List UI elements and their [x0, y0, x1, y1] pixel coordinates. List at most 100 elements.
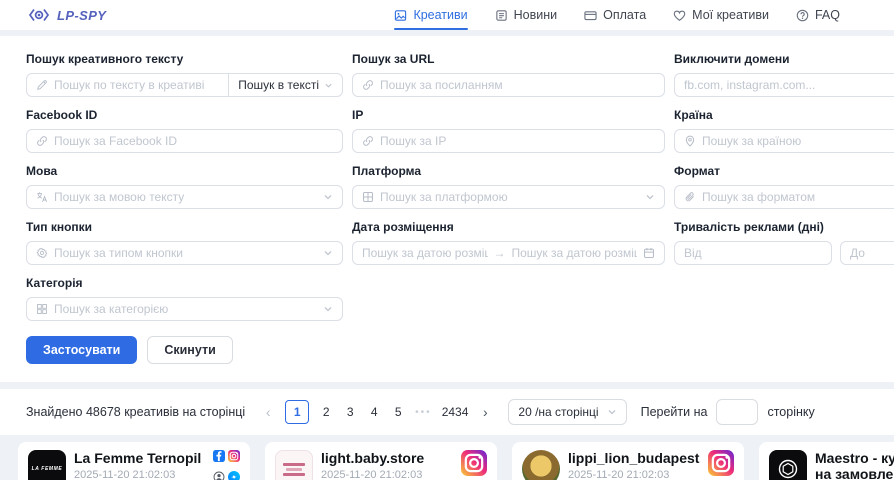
nav-item-news[interactable]: Новини — [495, 0, 558, 30]
messenger-icon — [228, 471, 240, 480]
nav-item-creatives[interactable]: Креативи — [394, 0, 467, 30]
date-range-picker[interactable]: → — [352, 241, 665, 265]
category-grid-icon — [36, 303, 48, 315]
eye-logo-icon — [28, 7, 50, 23]
page-size-select[interactable]: 20 /на сторінці — [508, 399, 626, 425]
format-input[interactable] — [702, 190, 894, 204]
nav-label: Новини — [514, 8, 558, 22]
category-input[interactable] — [54, 302, 317, 316]
nav-label: Креативи — [413, 8, 467, 22]
filter-duration: Тривалість реклами (дні) — [674, 220, 894, 265]
chevron-down-icon — [323, 192, 333, 202]
filter-exclude-domains: Виключити домени — [674, 52, 894, 97]
duration-from-input[interactable] — [684, 246, 822, 260]
pagination-next[interactable]: › — [478, 404, 492, 420]
field-label: Країна — [674, 108, 894, 122]
question-icon — [796, 9, 809, 22]
country-input[interactable] — [702, 134, 894, 148]
filter-ip: IP — [352, 108, 665, 153]
button-type-select[interactable] — [26, 241, 343, 265]
pagination-last-page[interactable]: 2434 — [442, 405, 469, 419]
facebook-icon — [213, 450, 225, 462]
category-select[interactable] — [26, 297, 343, 321]
creative-card[interactable]: light.baby.store 2025-11-20 21:02:03 3 d… — [265, 442, 497, 480]
main-nav: Креативи Новини Оплата Мої креативи FAQ — [394, 0, 840, 30]
chevron-down-icon — [645, 192, 655, 202]
search-mode-select[interactable]: Пошук в тексті — [228, 74, 342, 96]
url-input[interactable] — [380, 78, 655, 92]
field-label: Мова — [26, 164, 343, 178]
platform-input[interactable] — [380, 190, 639, 204]
field-label: Формат — [674, 164, 894, 178]
pagination-page-4[interactable]: 4 — [367, 405, 381, 419]
audience-network-icon — [213, 471, 225, 480]
exclude-domains-input[interactable] — [684, 78, 894, 92]
platform-icons — [461, 450, 487, 480]
field-label: Категорія — [26, 276, 343, 290]
pagination-page-2[interactable]: 2 — [319, 405, 333, 419]
facebook-id-input[interactable] — [54, 134, 333, 148]
avatar — [522, 450, 560, 480]
instagram-icon — [228, 450, 240, 462]
goto-label: Перейти на — [641, 405, 708, 419]
brand-logo[interactable]: LP-SPY — [28, 7, 106, 23]
link-icon — [362, 135, 374, 147]
creative-card[interactable]: Maestro - кухні, меблі на замовлення в У… — [759, 442, 894, 480]
link-icon — [362, 79, 374, 91]
pagination-page-1[interactable]: 1 — [285, 400, 309, 424]
language-input[interactable] — [54, 190, 317, 204]
instagram-icon — [461, 450, 487, 476]
pagination-page-5[interactable]: 5 — [391, 405, 405, 419]
instagram-icon — [708, 450, 734, 476]
field-label: Пошук за URL — [352, 52, 665, 66]
credit-card-icon — [584, 9, 597, 22]
card-title: Maestro - кухні, меблі на замовлення в У… — [815, 450, 894, 480]
pagination: ‹ 1 2 3 4 5 ••• 2434 › — [261, 400, 492, 424]
nav-label: Мої креативи — [692, 8, 769, 22]
filter-creative-text: Пошук креативного тексту Пошук в тексті — [26, 52, 343, 97]
creative-card[interactable]: lippi_lion_budapest 2025-11-20 21:02:03 … — [512, 442, 744, 480]
button-type-input[interactable] — [54, 246, 317, 260]
filter-category: Категорія — [26, 276, 343, 321]
filter-language: Мова — [26, 164, 343, 209]
field-label: Виключити домени — [674, 52, 894, 66]
goto-page-input[interactable] — [716, 399, 758, 425]
heart-icon — [673, 9, 686, 22]
field-label: Дата розміщення — [352, 220, 665, 234]
nav-item-faq[interactable]: FAQ — [796, 0, 840, 30]
field-label: Тривалість реклами (дні) — [674, 220, 894, 234]
pagination-page-3[interactable]: 3 — [343, 405, 357, 419]
ip-input[interactable] — [380, 134, 655, 148]
date-from-input[interactable] — [362, 246, 488, 260]
field-label: Тип кнопки — [26, 220, 343, 234]
avatar — [769, 450, 807, 480]
chevron-down-icon — [323, 248, 333, 258]
goto-page: Перейти на сторінку — [641, 399, 815, 425]
goto-suffix: сторінку — [767, 405, 814, 419]
pagination-prev[interactable]: ‹ — [261, 404, 275, 420]
filter-format: Формат — [674, 164, 894, 209]
platform-icons — [708, 450, 734, 480]
date-to-input[interactable] — [512, 246, 638, 260]
results-bar: Знайдено 48678 креативів на сторінці ‹ 1… — [0, 389, 894, 435]
creative-text-input[interactable] — [54, 78, 213, 92]
field-label: Пошук креативного тексту — [26, 52, 343, 66]
platform-select[interactable] — [352, 185, 665, 209]
field-label: Facebook ID — [26, 108, 343, 122]
duration-to-input[interactable] — [850, 246, 894, 260]
reset-button[interactable]: Скинути — [147, 336, 232, 364]
filter-platform: Платформа — [352, 164, 665, 209]
language-select[interactable] — [26, 185, 343, 209]
avatar: LA FEMME — [28, 450, 66, 480]
filter-country: Країна — [674, 108, 894, 153]
paperclip-icon — [684, 191, 696, 203]
nav-item-my-creatives[interactable]: Мої креативи — [673, 0, 769, 30]
gear-icon — [36, 247, 48, 259]
nav-item-payment[interactable]: Оплата — [584, 0, 646, 30]
field-label: IP — [352, 108, 665, 122]
creative-card[interactable]: LA FEMME La Femme Ternopil 2025-11-20 21… — [18, 442, 250, 480]
pagination-ellipsis[interactable]: ••• — [415, 407, 432, 418]
platform-icons — [213, 450, 240, 480]
apply-button[interactable]: Застосувати — [26, 336, 137, 364]
filters-panel: Пошук креативного тексту Пошук в тексті … — [0, 36, 894, 382]
